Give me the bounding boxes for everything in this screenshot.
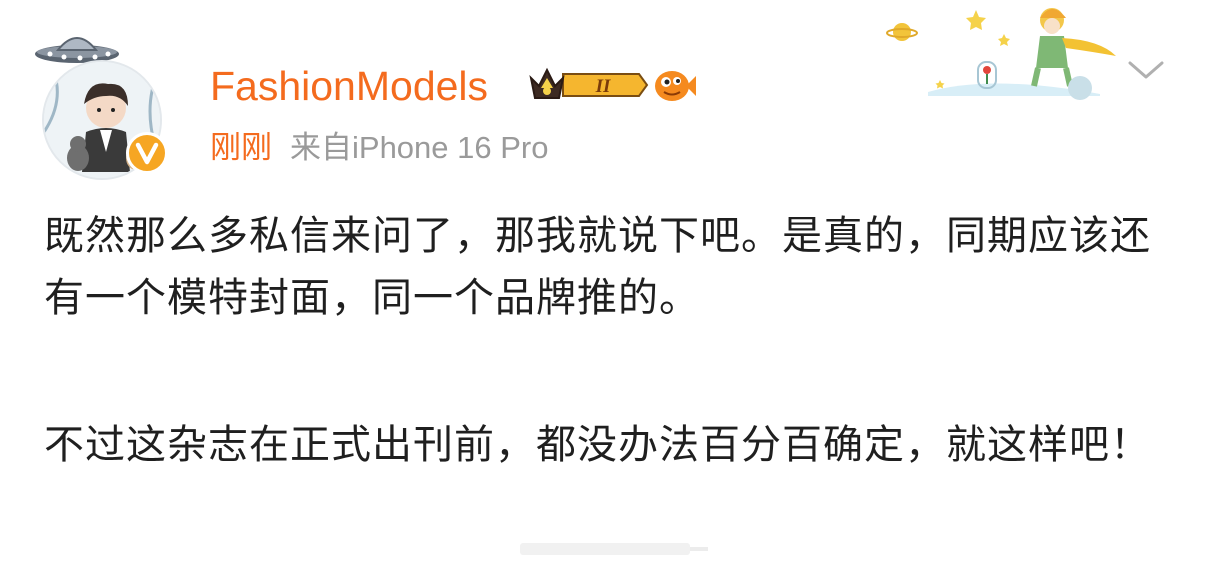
- weibo-post-card: FashionModels II 刚刚 来自iPhone 16 Pro 既然那么…: [0, 0, 1206, 582]
- source-device[interactable]: iPhone 16 Pro: [352, 130, 548, 165]
- post-time: 刚刚: [210, 130, 272, 166]
- little-prince-card-decoration: [886, 8, 1116, 100]
- source-prefix: 来自: [290, 130, 352, 166]
- post-content: 既然那么多私信来问了，那我就说下吧。是真的，同期应该还有一个模特封面，同一个品牌…: [44, 205, 1164, 476]
- author-avatar-block[interactable]: [30, 20, 180, 180]
- post-paragraph: 既然那么多私信来问了，那我就说下吧。是真的，同期应该还有一个模特封面，同一个品牌…: [44, 213, 1151, 321]
- author-name[interactable]: FashionModels: [210, 62, 488, 110]
- crown-level-badge-icon[interactable]: II: [527, 64, 649, 106]
- verified-v-icon: [135, 142, 159, 165]
- watermark-strip: [520, 543, 708, 555]
- vip-level-text: II: [595, 76, 611, 97]
- orange-fish-icon[interactable]: [652, 66, 696, 106]
- post-meta: 刚刚 来自iPhone 16 Pro: [210, 128, 548, 168]
- verified-badge: [126, 132, 168, 174]
- chevron-down-icon[interactable]: [1125, 55, 1167, 85]
- post-paragraph: 不过这杂志在正式出刊前，都没办法百分百确定，就这样吧！: [44, 422, 1151, 468]
